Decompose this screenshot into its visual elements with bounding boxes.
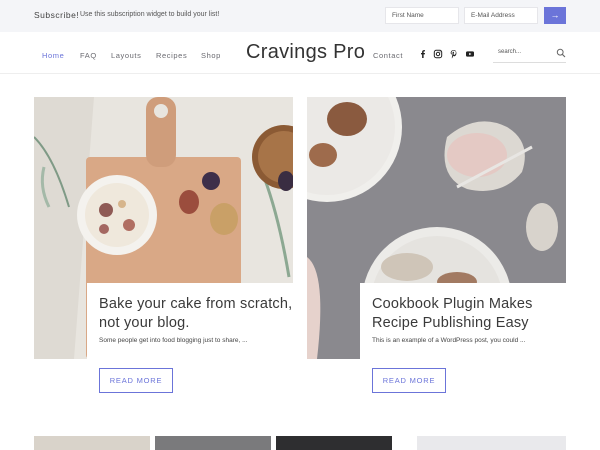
post-thumbnail[interactable]	[34, 436, 150, 450]
nav-home[interactable]: Home	[42, 51, 64, 60]
search-box[interactable]: search...	[493, 44, 566, 63]
nav-shop[interactable]: Shop	[201, 51, 221, 60]
youtube-icon[interactable]	[465, 49, 475, 59]
nav-layouts[interactable]: Layouts	[111, 51, 141, 60]
pinterest-icon[interactable]	[449, 49, 459, 59]
nav-recipes[interactable]: Recipes	[156, 51, 187, 60]
search-icon[interactable]	[556, 48, 566, 58]
post-excerpt: This is an example of a WordPress post, …	[372, 337, 526, 344]
post-thumbnail[interactable]	[155, 436, 271, 450]
read-more-button[interactable]: READ MORE	[99, 368, 173, 393]
subscribe-submit-button[interactable]: →	[544, 7, 566, 24]
post-card: Cookbook Plugin Makes Recipe Publishing …	[360, 283, 569, 364]
nav-contact[interactable]: Contact	[373, 51, 403, 60]
read-more-button[interactable]: READ MORE	[372, 368, 446, 393]
instagram-icon[interactable]	[433, 49, 443, 59]
post-title[interactable]: Cookbook Plugin Makes Recipe Publishing …	[372, 295, 567, 333]
post-excerpt: Some people get into food blogging just …	[99, 337, 248, 344]
first-name-field[interactable]: First Name	[385, 7, 459, 24]
header-divider	[0, 73, 600, 74]
post-thumbnail[interactable]	[417, 436, 566, 450]
email-field[interactable]: E-Mail Address	[464, 7, 538, 24]
site-title[interactable]: Cravings Pro	[246, 41, 365, 64]
post-card: Bake your cake from scratch, not your bl…	[87, 283, 296, 364]
subscribe-bar: Subscribe! Use this subscription widget …	[0, 0, 600, 32]
subscribe-title: Subscribe!	[34, 10, 80, 20]
facebook-icon[interactable]	[418, 49, 428, 59]
search-input[interactable]: search...	[498, 49, 521, 55]
post-title[interactable]: Bake your cake from scratch, not your bl…	[99, 295, 294, 333]
nav-faq[interactable]: FAQ	[80, 51, 97, 60]
subscribe-description: Use this subscription widget to build yo…	[80, 11, 220, 18]
post-thumbnail[interactable]	[276, 436, 392, 450]
